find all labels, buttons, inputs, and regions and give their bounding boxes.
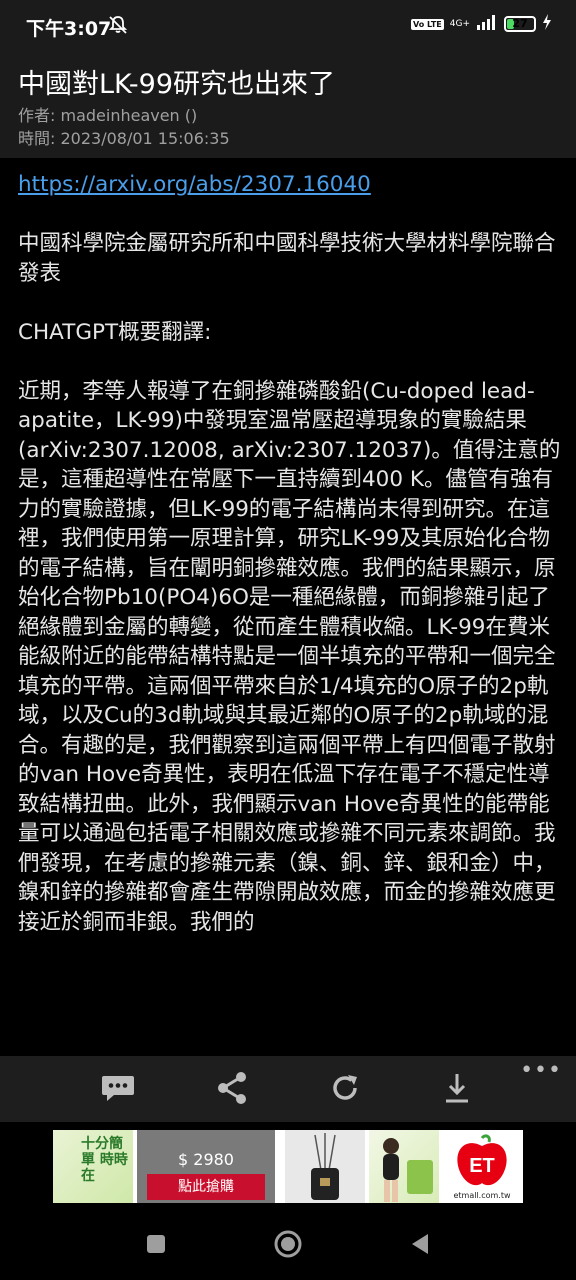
comment-button[interactable] bbox=[98, 1070, 138, 1110]
share-button[interactable] bbox=[212, 1070, 252, 1110]
status-time: 下午3:07 bbox=[26, 18, 112, 40]
navigation-bar bbox=[0, 1212, 576, 1280]
volte-indicator: Vo LTE bbox=[411, 18, 444, 30]
bottom-toolbar: ••• bbox=[0, 1056, 576, 1122]
ad-offer: $ 2980 點此搶購 bbox=[137, 1130, 275, 1203]
more-button[interactable]: ••• bbox=[520, 1058, 562, 1083]
ad-product-image: 十分簡單 時時在 bbox=[53, 1130, 133, 1203]
post-title: 中國對LK-99研究也出來了 bbox=[18, 69, 336, 100]
post-time: 時間: 2023/08/01 15:06:35 bbox=[18, 129, 230, 148]
signal-icon bbox=[476, 14, 498, 34]
bell-off-icon bbox=[108, 15, 128, 39]
network-indicator: 4G+ bbox=[449, 18, 470, 29]
ad-diffuser-image bbox=[285, 1130, 365, 1203]
home-icon bbox=[273, 1229, 303, 1263]
ad-cta-button[interactable]: 點此搶購 bbox=[147, 1174, 265, 1200]
status-bar: 下午3:07 Vo LTE 4G+ 27 bbox=[0, 0, 576, 52]
post-content[interactable]: https://arxiv.org/abs/2307.16040 中國科學院金屬… bbox=[18, 170, 563, 1054]
network-type: 4G+ bbox=[449, 18, 470, 29]
recents-icon bbox=[145, 1233, 167, 1259]
back-button[interactable] bbox=[400, 1226, 440, 1266]
refresh-button[interactable] bbox=[325, 1070, 365, 1110]
ad-price: $ 2980 bbox=[178, 1150, 234, 1169]
post-author: 作者: madeinheaven () bbox=[18, 106, 198, 125]
ad-logo-url: etmall.com.tw bbox=[453, 1191, 511, 1200]
download-button[interactable] bbox=[437, 1070, 477, 1110]
battery-icon: 27 bbox=[504, 16, 536, 32]
comment-icon bbox=[100, 1073, 136, 1107]
ad-strip: 十分簡單 時時在 $ 2980 點此搶購 ET etmall.com.tw bbox=[0, 1122, 576, 1212]
status-indicators: Vo LTE 4G+ 27 bbox=[411, 14, 552, 34]
recents-button[interactable] bbox=[136, 1226, 176, 1266]
charging-icon bbox=[542, 14, 552, 34]
content-paragraph-2: CHATGPT概要翻譯: bbox=[18, 319, 212, 345]
content-paragraph-1: 中國科學院金屬研究所和中國科學技術大學材料學院聯合發表 bbox=[18, 231, 556, 286]
ad-banner-text: 十分簡單 時時在 bbox=[81, 1136, 128, 1184]
refresh-icon bbox=[329, 1072, 361, 1108]
post-header: 中國對LK-99研究也出來了 作者: madeinheaven () 時間: 2… bbox=[0, 52, 576, 158]
ad-brand-logo: ET etmall.com.tw bbox=[445, 1134, 519, 1200]
ad-logo-text: ET bbox=[469, 1155, 495, 1177]
home-button[interactable] bbox=[268, 1226, 308, 1266]
arxiv-link[interactable]: https://arxiv.org/abs/2307.16040 bbox=[18, 172, 371, 197]
ad-model-image bbox=[369, 1130, 439, 1203]
download-icon bbox=[442, 1071, 472, 1109]
content-paragraph-3: 近期，李等人報導了在銅摻雜磷酸鉛(Cu-doped lead-apatite，L… bbox=[18, 378, 561, 935]
battery-level: 27 bbox=[512, 17, 528, 30]
ad-banner[interactable]: 十分簡單 時時在 $ 2980 點此搶購 ET etmall.com.tw bbox=[53, 1130, 523, 1203]
back-icon bbox=[409, 1232, 431, 1260]
share-icon bbox=[216, 1071, 248, 1109]
